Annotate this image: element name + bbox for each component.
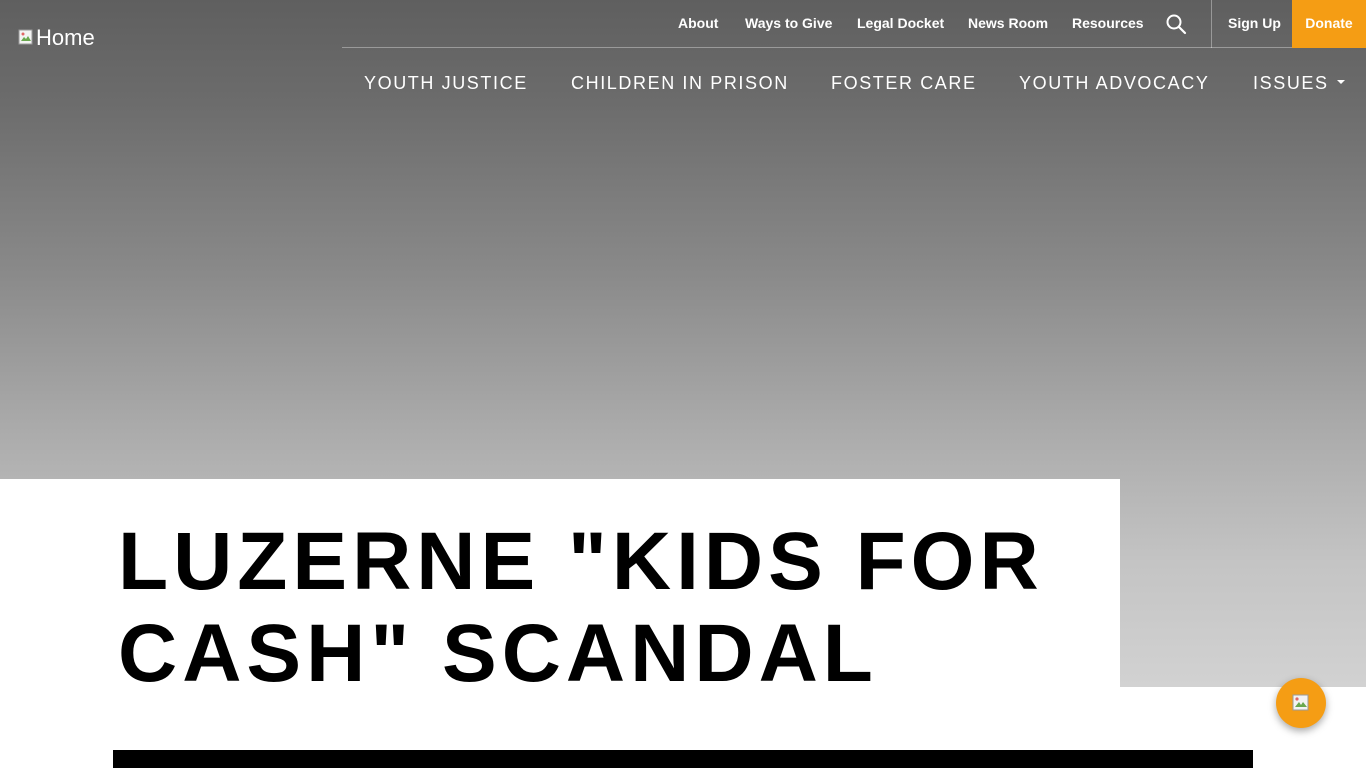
chat-icon [1292, 694, 1309, 711]
main-nav-issues-dropdown[interactable]: ISSUES [1253, 70, 1345, 96]
main-nav-youth-justice[interactable]: YOUTH JUSTICE [364, 70, 528, 96]
utility-link-legal-docket[interactable]: Legal Docket [857, 0, 944, 48]
caret-down-icon [1336, 80, 1345, 85]
main-nav-foster-care[interactable]: FOSTER CARE [831, 70, 977, 96]
main-nav-issues-label: ISSUES [1253, 73, 1329, 93]
main-nav-children-in-prison[interactable]: CHILDREN IN PRISON [571, 70, 789, 96]
logo-home-link[interactable]: Home [18, 24, 95, 52]
main-nav-youth-advocacy[interactable]: YOUTH ADVOCACY [1019, 70, 1209, 96]
signup-link[interactable]: Sign Up [1228, 0, 1281, 48]
broken-image-icon [18, 25, 34, 45]
search-icon [1166, 14, 1187, 35]
page-title: LUZERNE "KIDS FOR CASH" SCANDAL [118, 516, 1044, 699]
utility-link-news-room[interactable]: News Room [968, 0, 1048, 48]
utility-nav: About Ways to Give Legal Docket News Roo… [342, 0, 1366, 48]
nav-divider [1211, 0, 1212, 48]
utility-link-ways-to-give[interactable]: Ways to Give [745, 0, 832, 48]
logo-alt-text: Home [36, 25, 95, 50]
featured-media-block [113, 750, 1253, 768]
chat-widget-button[interactable] [1276, 678, 1326, 728]
utility-link-about[interactable]: About [678, 0, 718, 48]
donate-button[interactable]: Donate [1292, 0, 1366, 48]
search-button[interactable] [1162, 10, 1190, 38]
utility-link-resources[interactable]: Resources [1072, 0, 1144, 48]
